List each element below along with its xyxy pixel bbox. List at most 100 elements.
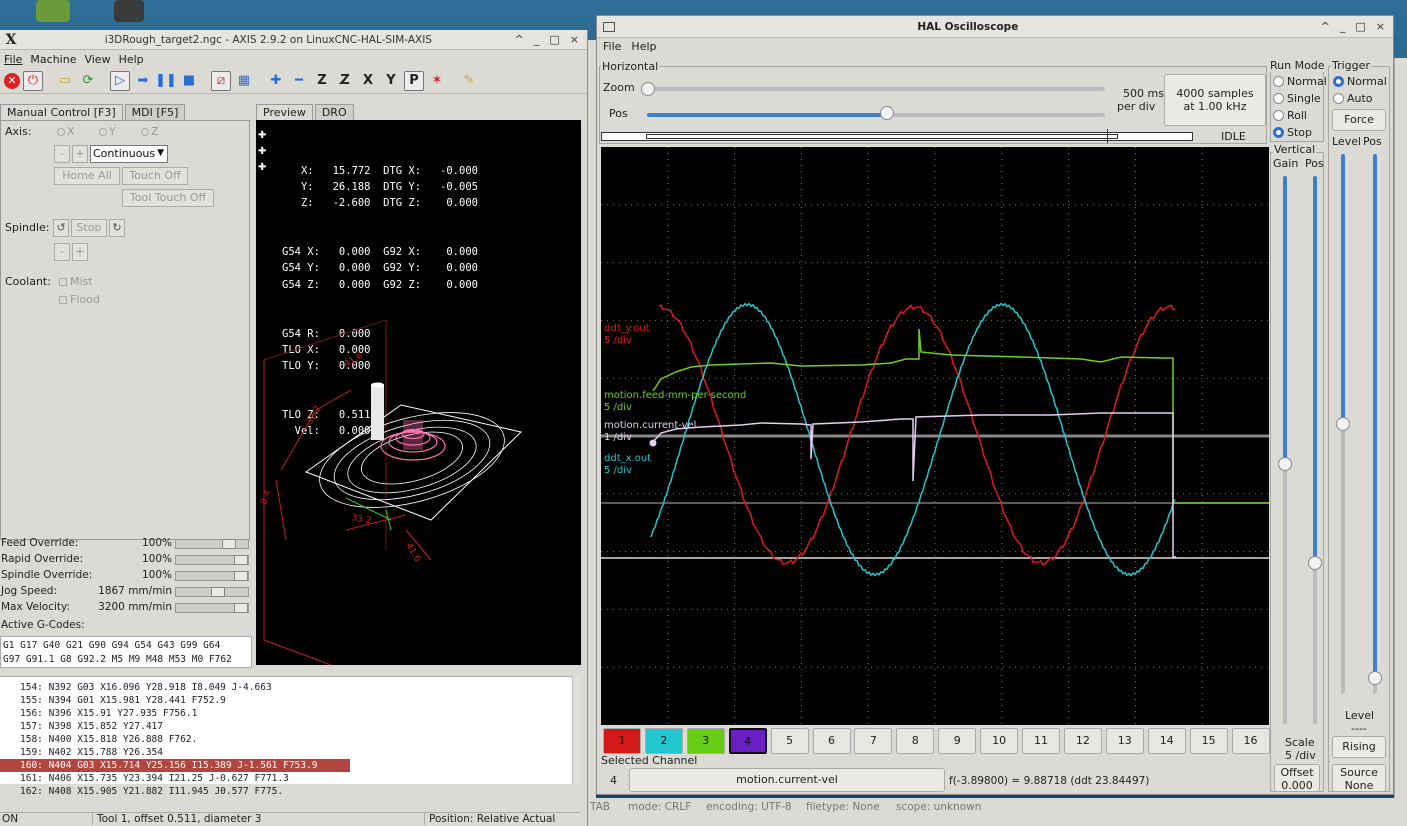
block-delete-icon[interactable]: ⧄ [211, 70, 231, 91]
touch-off-button[interactable]: Touch Off [122, 167, 188, 185]
menu-view[interactable]: View [84, 53, 110, 66]
code-line[interactable]: 161: N406 X15.735 Y23.394 I21.25 J-0.627… [0, 772, 580, 785]
run-mode-normal[interactable]: Normal [1273, 75, 1327, 88]
code-line[interactable]: 162: N408 X15.905 Y21.882 I11.945 J0.577… [0, 785, 580, 798]
run-mode-stop[interactable]: Stop [1273, 126, 1312, 139]
axis-shade-button[interactable]: ^ [515, 33, 524, 46]
zoom-slider-knob[interactable] [641, 82, 655, 96]
clear-backplot-icon[interactable]: ✎ [459, 71, 479, 91]
mist-checkbox[interactable]: Mist [59, 275, 93, 288]
vertical-pos-slider-knob[interactable] [1308, 556, 1322, 570]
axis-radio-z[interactable]: Z [141, 125, 159, 138]
scope-menu-file[interactable]: File [603, 40, 621, 53]
step-icon[interactable]: ➡ [133, 71, 153, 91]
stop-icon[interactable]: ■ [179, 71, 199, 91]
channel-button-14[interactable]: 14 [1147, 728, 1186, 754]
menu-help[interactable]: Help [119, 53, 144, 66]
code-line[interactable]: 154: N392 G03 X16.096 Y28.918 I8.049 J-4… [0, 681, 580, 694]
spindle-stop-button[interactable]: Stop [71, 219, 107, 237]
spindle-minus-button[interactable]: - [54, 243, 70, 261]
optional-stop-icon[interactable]: ▦ [234, 71, 254, 91]
channel-button-9[interactable]: 9 [938, 728, 977, 754]
pos-slider-knob[interactable] [880, 106, 894, 120]
trigger-auto[interactable]: Auto [1333, 92, 1373, 105]
zoom-in-icon[interactable]: ✚ [266, 71, 286, 91]
channel-button-7[interactable]: 7 [854, 728, 893, 754]
home-all-button[interactable]: Home All [54, 167, 120, 185]
channel-button-1[interactable]: 1 [603, 728, 641, 754]
channel-button-16[interactable]: 16 [1231, 728, 1270, 754]
view-perspective-icon[interactable]: P [404, 70, 424, 91]
scope-close-button[interactable]: × [1376, 20, 1385, 33]
scope-menu-help[interactable]: Help [631, 40, 656, 53]
code-line[interactable]: 155: N394 G01 X15.981 Y28.441 F752.9 [0, 694, 580, 707]
scope-titlebar[interactable]: HAL Oscilloscope ^ _ □ × [597, 16, 1393, 38]
penguin-desktop-icon[interactable] [114, 0, 144, 22]
spindle-cw-icon[interactable]: ↻ [109, 219, 125, 237]
view-y-icon[interactable]: Y [381, 71, 401, 91]
gcode-scrollbar[interactable] [572, 676, 580, 784]
zoom-slider-track[interactable] [641, 87, 1105, 91]
open-folder-icon[interactable]: ▭ [55, 71, 75, 91]
run-mode-single[interactable]: Single [1273, 92, 1321, 105]
tool-touch-off-button[interactable]: Tool Touch Off [122, 189, 214, 207]
trigger-pos-slider-knob[interactable] [1368, 671, 1382, 685]
max-velocity-slider[interactable] [175, 603, 249, 613]
view-x-icon[interactable]: X [358, 71, 378, 91]
channel-button-12[interactable]: 12 [1063, 728, 1102, 754]
scope-maximize-button[interactable]: □ [1355, 20, 1365, 33]
zoom-out-icon[interactable]: ━ [289, 71, 309, 91]
scope-shade-button[interactable]: ^ [1321, 20, 1330, 33]
offset-button[interactable]: Offset 0.000 [1274, 764, 1320, 792]
jog-speed-slider[interactable] [175, 587, 249, 597]
axis-titlebar[interactable]: X i3DRough_target2.ngc - AXIS 2.9.2 on L… [0, 30, 587, 50]
channel-button-5[interactable]: 5 [770, 728, 809, 754]
rotate-view-icon[interactable]: ✶ [427, 71, 447, 91]
jog-mode-select[interactable]: Continuous ▼ [90, 145, 168, 163]
spindle-override-slider[interactable] [175, 571, 249, 581]
tab-manual-control[interactable]: Manual Control [F3] [0, 104, 123, 120]
channel-button-15[interactable]: 15 [1189, 728, 1228, 754]
rapid-override-slider[interactable] [175, 555, 249, 565]
tab-mdi[interactable]: MDI [F5] [124, 104, 186, 120]
axis-minimize-button[interactable]: _ [534, 33, 540, 46]
gain-slider-knob[interactable] [1278, 457, 1292, 471]
selected-channel-button[interactable]: motion.current-vel [629, 768, 945, 792]
estop-icon[interactable]: ✕ [4, 72, 20, 89]
trigger-normal[interactable]: Normal [1333, 75, 1387, 88]
channel-button-11[interactable]: 11 [1022, 728, 1060, 754]
channel-button-4[interactable]: 4 [728, 728, 767, 754]
tab-preview[interactable]: Preview [256, 104, 313, 120]
axis-radio-x[interactable]: X [57, 125, 75, 138]
axis-maximize-button[interactable]: □ [549, 33, 559, 46]
view-z-icon[interactable]: Z [312, 71, 332, 91]
jog-plus-button[interactable]: + [72, 145, 88, 163]
channel-button-8[interactable]: 8 [896, 728, 935, 754]
channel-button-3[interactable]: 3 [686, 728, 725, 754]
feed-override-slider[interactable] [175, 539, 249, 549]
jog-minus-button[interactable]: - [54, 145, 70, 163]
channel-button-6[interactable]: 6 [812, 728, 851, 754]
spindle-plus-button[interactable]: + [72, 243, 88, 261]
menu-file[interactable]: File [4, 53, 22, 66]
gcode-listing[interactable]: 154: N392 G03 X16.096 Y28.918 I8.049 J-4… [0, 676, 580, 797]
trash-desktop-icon[interactable] [36, 0, 70, 22]
scope-display[interactable]: ddt_y.out 5 /div motion.feed-mm-per-secon… [601, 147, 1269, 725]
code-line[interactable]: 158: N400 X15.818 Y26.888 F762. [0, 733, 580, 746]
pause-icon[interactable]: ❚❚ [155, 71, 177, 91]
channel-button-13[interactable]: 13 [1105, 728, 1144, 754]
toolpath-preview[interactable]: X: 15.772 DTG X: -0.000 Y: 26.188 DTG Y:… [256, 120, 581, 665]
reload-icon[interactable]: ⟳ [78, 71, 98, 91]
samples-button[interactable]: 4000 samples at 1.00 kHz [1164, 74, 1266, 126]
force-button[interactable]: Force [1332, 109, 1386, 131]
code-line[interactable]: 159: N402 X15.788 Y26.354 [0, 746, 580, 759]
flood-checkbox[interactable]: Flood [59, 293, 100, 306]
scope-minimize-button[interactable]: _ [1340, 20, 1346, 33]
tab-dro[interactable]: DRO [314, 104, 354, 120]
channel-button-10[interactable]: 10 [980, 728, 1019, 754]
rising-button[interactable]: Rising [1332, 736, 1386, 758]
power-icon[interactable]: ⏻ [23, 70, 43, 91]
run-icon[interactable]: ▷ [110, 70, 130, 91]
axis-close-button[interactable]: × [570, 33, 579, 46]
code-line[interactable]: 156: N396 X15.91 Y27.935 F756.1 [0, 707, 580, 720]
